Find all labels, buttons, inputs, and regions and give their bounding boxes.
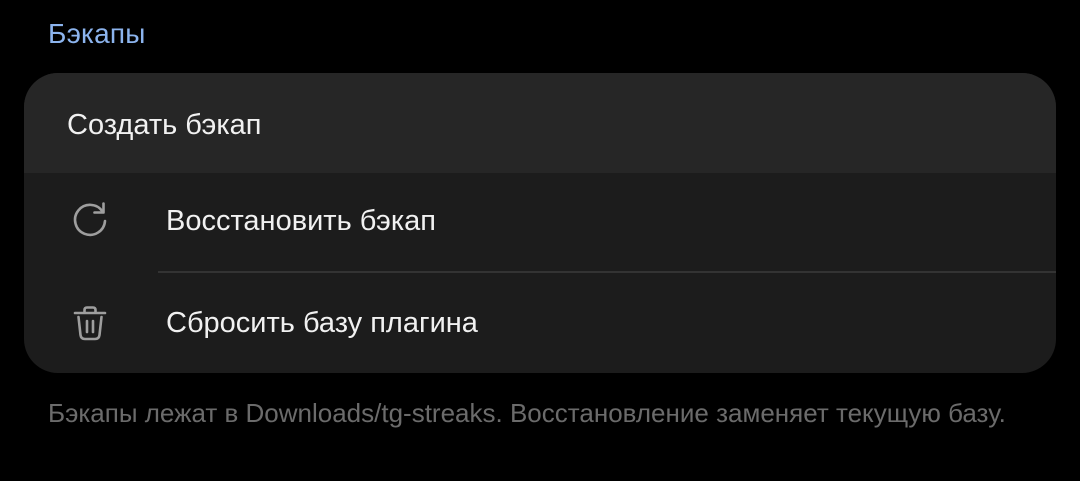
- backup-info-note: Бэкапы лежат в Downloads/tg-streaks. Вос…: [48, 398, 1006, 428]
- backup-menu-card: Создать бэкап Восстановить бэкап Сбросит…: [24, 73, 1056, 373]
- restore-backup-button[interactable]: Восстановить бэкап: [24, 171, 1056, 271]
- restore-backup-label: Восстановить бэкап: [166, 205, 436, 237]
- section-title: Бэкапы: [48, 18, 146, 49]
- create-backup-button[interactable]: Создать бэкап: [24, 73, 1056, 173]
- reset-plugin-db-button[interactable]: Сбросить базу плагина: [24, 273, 1056, 373]
- trash-icon: [68, 301, 112, 345]
- refresh-icon: [68, 199, 112, 243]
- reset-plugin-db-label: Сбросить базу плагина: [166, 307, 478, 339]
- create-backup-label: Создать бэкап: [67, 109, 262, 141]
